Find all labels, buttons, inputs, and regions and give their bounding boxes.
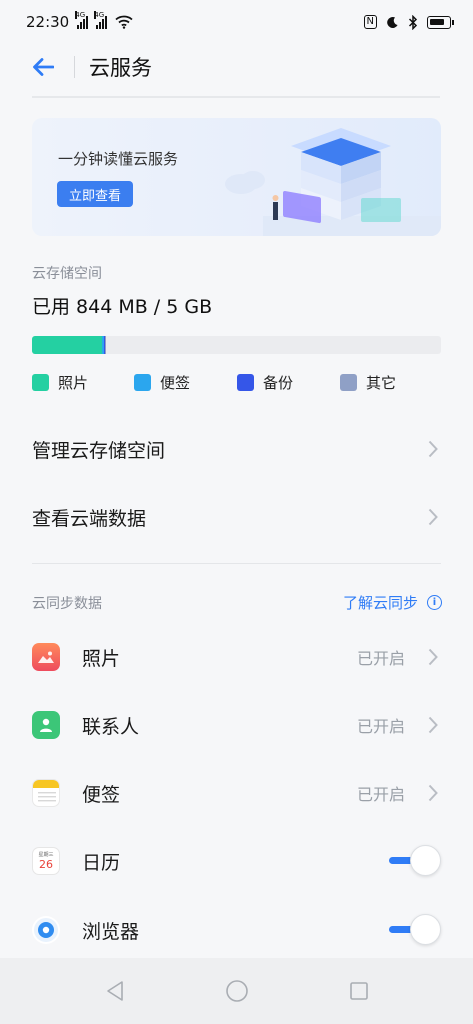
back-button[interactable] [0, 44, 60, 90]
page-title: 云服务 [89, 56, 152, 80]
view-now-button[interactable]: 立即查看 [57, 181, 133, 207]
chevron-right-icon [425, 783, 441, 803]
header-divider [74, 56, 75, 78]
calendar-sync-toggle[interactable] [389, 845, 441, 877]
toggle-knob [410, 914, 441, 945]
status-left: 22:30 4G 4G [26, 11, 133, 31]
system-nav-bar [0, 958, 473, 1024]
legend-swatch [134, 374, 151, 391]
learn-sync-link[interactable]: 了解云同步 i [343, 592, 442, 613]
storage-legend: 照片 便签 备份 其它 [32, 372, 441, 392]
legend-item: 便签 [134, 372, 190, 393]
calendar-icon-day: 26 [39, 857, 53, 871]
sync-item-status: 已开启 [356, 649, 405, 668]
browser-icon [32, 916, 60, 944]
back-arrow-icon [33, 58, 54, 76]
sync-item-browser: 浏览器 [32, 910, 441, 950]
network-type-sim2: 4G [94, 11, 105, 19]
legend-swatch [237, 374, 254, 391]
sync-item-name: 照片 [82, 647, 121, 670]
chevron-right-icon [425, 507, 441, 527]
sync-item-photos[interactable]: 照片 已开启 [32, 637, 441, 677]
manage-storage-label: 管理云存储空间 [32, 439, 166, 462]
sync-item-name: 日历 [82, 851, 121, 874]
legend-item: 备份 [237, 372, 293, 393]
chevron-right-icon [425, 647, 441, 667]
calendar-icon: 星期三 26 [32, 847, 60, 875]
square-recents-icon [349, 982, 368, 1000]
sync-item-calendar: 星期三 26 日历 [32, 841, 441, 881]
cloud-server-illustration [225, 128, 441, 236]
manage-storage-row[interactable]: 管理云存储空间 [32, 432, 441, 466]
info-icon: i [427, 595, 442, 610]
sync-item-name: 联系人 [82, 715, 140, 738]
storage-segment-3 [105, 336, 107, 354]
battery-icon [427, 15, 454, 29]
legend-item: 其它 [340, 372, 396, 393]
chevron-right-icon [425, 715, 441, 735]
banner-text: 一分钟读懂云服务 [58, 150, 179, 168]
sync-item-status: 已开启 [356, 717, 405, 736]
toggle-knob [410, 845, 441, 876]
chevron-right-icon [425, 439, 441, 459]
legend-label: 备份 [263, 374, 294, 392]
legend-item: 照片 [32, 372, 88, 393]
nfc-icon: N [363, 15, 377, 29]
notes-icon [32, 779, 60, 807]
status-right: N [363, 14, 454, 30]
storage-segment-0 [32, 336, 103, 354]
status-bar: 22:30 4G 4G N [0, 0, 473, 44]
sync-item-notes[interactable]: 便签 已开启 [32, 773, 441, 813]
storage-section-label: 云存储空间 [32, 266, 102, 282]
contacts-icon [32, 711, 60, 739]
sync-item-contacts[interactable]: 联系人 已开启 [32, 705, 441, 745]
view-cloud-data-row[interactable]: 查看云端数据 [32, 500, 441, 534]
storage-usage-bar [32, 336, 441, 354]
app-header: 云服务 [0, 44, 473, 90]
legend-label: 其它 [366, 374, 397, 392]
sync-item-status: 已开启 [356, 785, 405, 804]
legend-swatch [340, 374, 357, 391]
nav-back-button[interactable] [102, 978, 128, 1004]
sync-section-label: 云同步数据 [32, 596, 102, 612]
sync-item-name: 浏览器 [82, 920, 140, 943]
nav-recents-button[interactable] [346, 978, 372, 1004]
triangle-back-icon [106, 981, 123, 1001]
photos-icon [32, 643, 60, 671]
sync-item-name: 便签 [82, 783, 121, 806]
signal-icon-sim1: 4G [75, 11, 89, 29]
nav-home-button[interactable] [224, 978, 250, 1004]
legend-swatch [32, 374, 49, 391]
promo-banner[interactable]: 一分钟读懂云服务 立即查看 [32, 118, 441, 236]
network-type-sim1: 4G [75, 11, 86, 19]
signal-icon-sim2: 4G [94, 11, 108, 29]
browser-sync-toggle[interactable] [389, 914, 441, 946]
storage-used-text: 已用 844 MB / 5 GB [32, 296, 213, 318]
section-divider [32, 563, 441, 564]
legend-label: 照片 [58, 374, 89, 392]
view-cloud-data-label: 查看云端数据 [32, 507, 147, 530]
learn-sync-label: 了解云同步 [342, 594, 418, 612]
bluetooth-icon [408, 14, 418, 30]
circle-home-icon [225, 980, 248, 1002]
legend-label: 便签 [160, 374, 191, 392]
scroll-divider [32, 96, 440, 98]
do-not-disturb-icon [387, 16, 398, 28]
status-time: 22:30 [26, 13, 70, 31]
wifi-icon [115, 15, 133, 29]
